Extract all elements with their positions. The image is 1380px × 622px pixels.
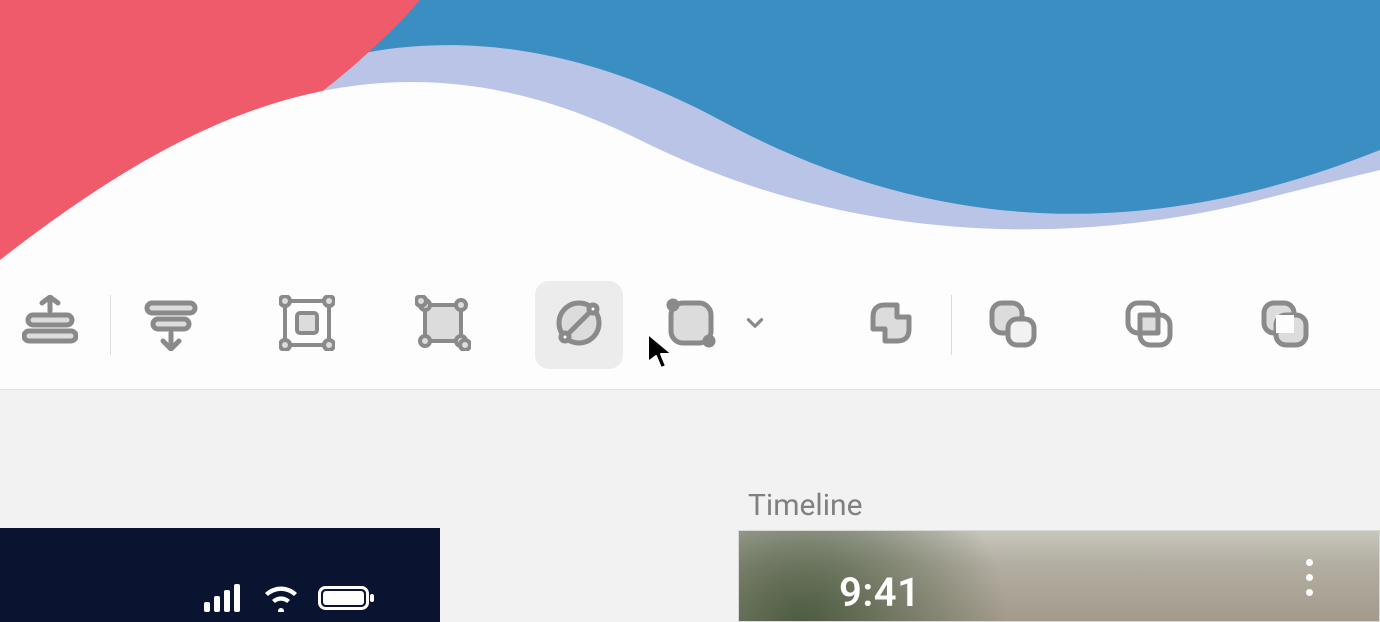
artboard-right-background: [739, 531, 1379, 621]
distribute-vertical-button[interactable]: [6, 281, 94, 369]
boolean-union-icon: [863, 295, 919, 355]
boolean-subtract-button[interactable]: [968, 281, 1056, 369]
boolean-difference-button[interactable]: [1240, 281, 1328, 369]
distribute-vertical-icon: [22, 295, 78, 355]
artboard-label[interactable]: Timeline: [748, 488, 862, 523]
toolbar-separator: [110, 295, 111, 355]
toolbar: [0, 260, 1380, 390]
group-enter-icon: [279, 295, 335, 355]
group-exit-icon: [415, 295, 471, 355]
artboard-left[interactable]: [0, 528, 440, 622]
desktop-wallpaper: [0, 0, 1380, 260]
rotate-tool-button[interactable]: [535, 281, 623, 369]
boolean-difference-icon: [1256, 295, 1312, 355]
boolean-union-button[interactable]: [847, 281, 935, 369]
distribute-horizontal-button[interactable]: [127, 281, 215, 369]
battery-icon: [318, 584, 376, 612]
wifi-icon: [262, 584, 300, 612]
distribute-horizontal-icon: [143, 295, 199, 355]
corner-radius-button[interactable]: [647, 281, 735, 369]
design-canvas[interactable]: Timeline 9:41: [0, 390, 1380, 622]
boolean-intersect-icon: [1120, 295, 1176, 355]
status-bar: [204, 584, 376, 612]
artboard-right[interactable]: 9:41: [738, 530, 1380, 622]
toolbar-separator: [951, 295, 952, 355]
corner-radius-icon: [663, 295, 719, 355]
rotate-tool-icon: [551, 295, 607, 355]
boolean-subtract-icon: [984, 295, 1040, 355]
group-exit-button[interactable]: [399, 281, 487, 369]
signal-icon: [204, 584, 244, 612]
boolean-intersect-button[interactable]: [1104, 281, 1192, 369]
more-vertical-icon[interactable]: [1306, 559, 1313, 596]
group-enter-button[interactable]: [263, 281, 351, 369]
corner-radius-dropdown[interactable]: [735, 281, 775, 369]
chevron-down-icon: [742, 310, 768, 340]
clock-time: 9:41: [839, 569, 920, 616]
